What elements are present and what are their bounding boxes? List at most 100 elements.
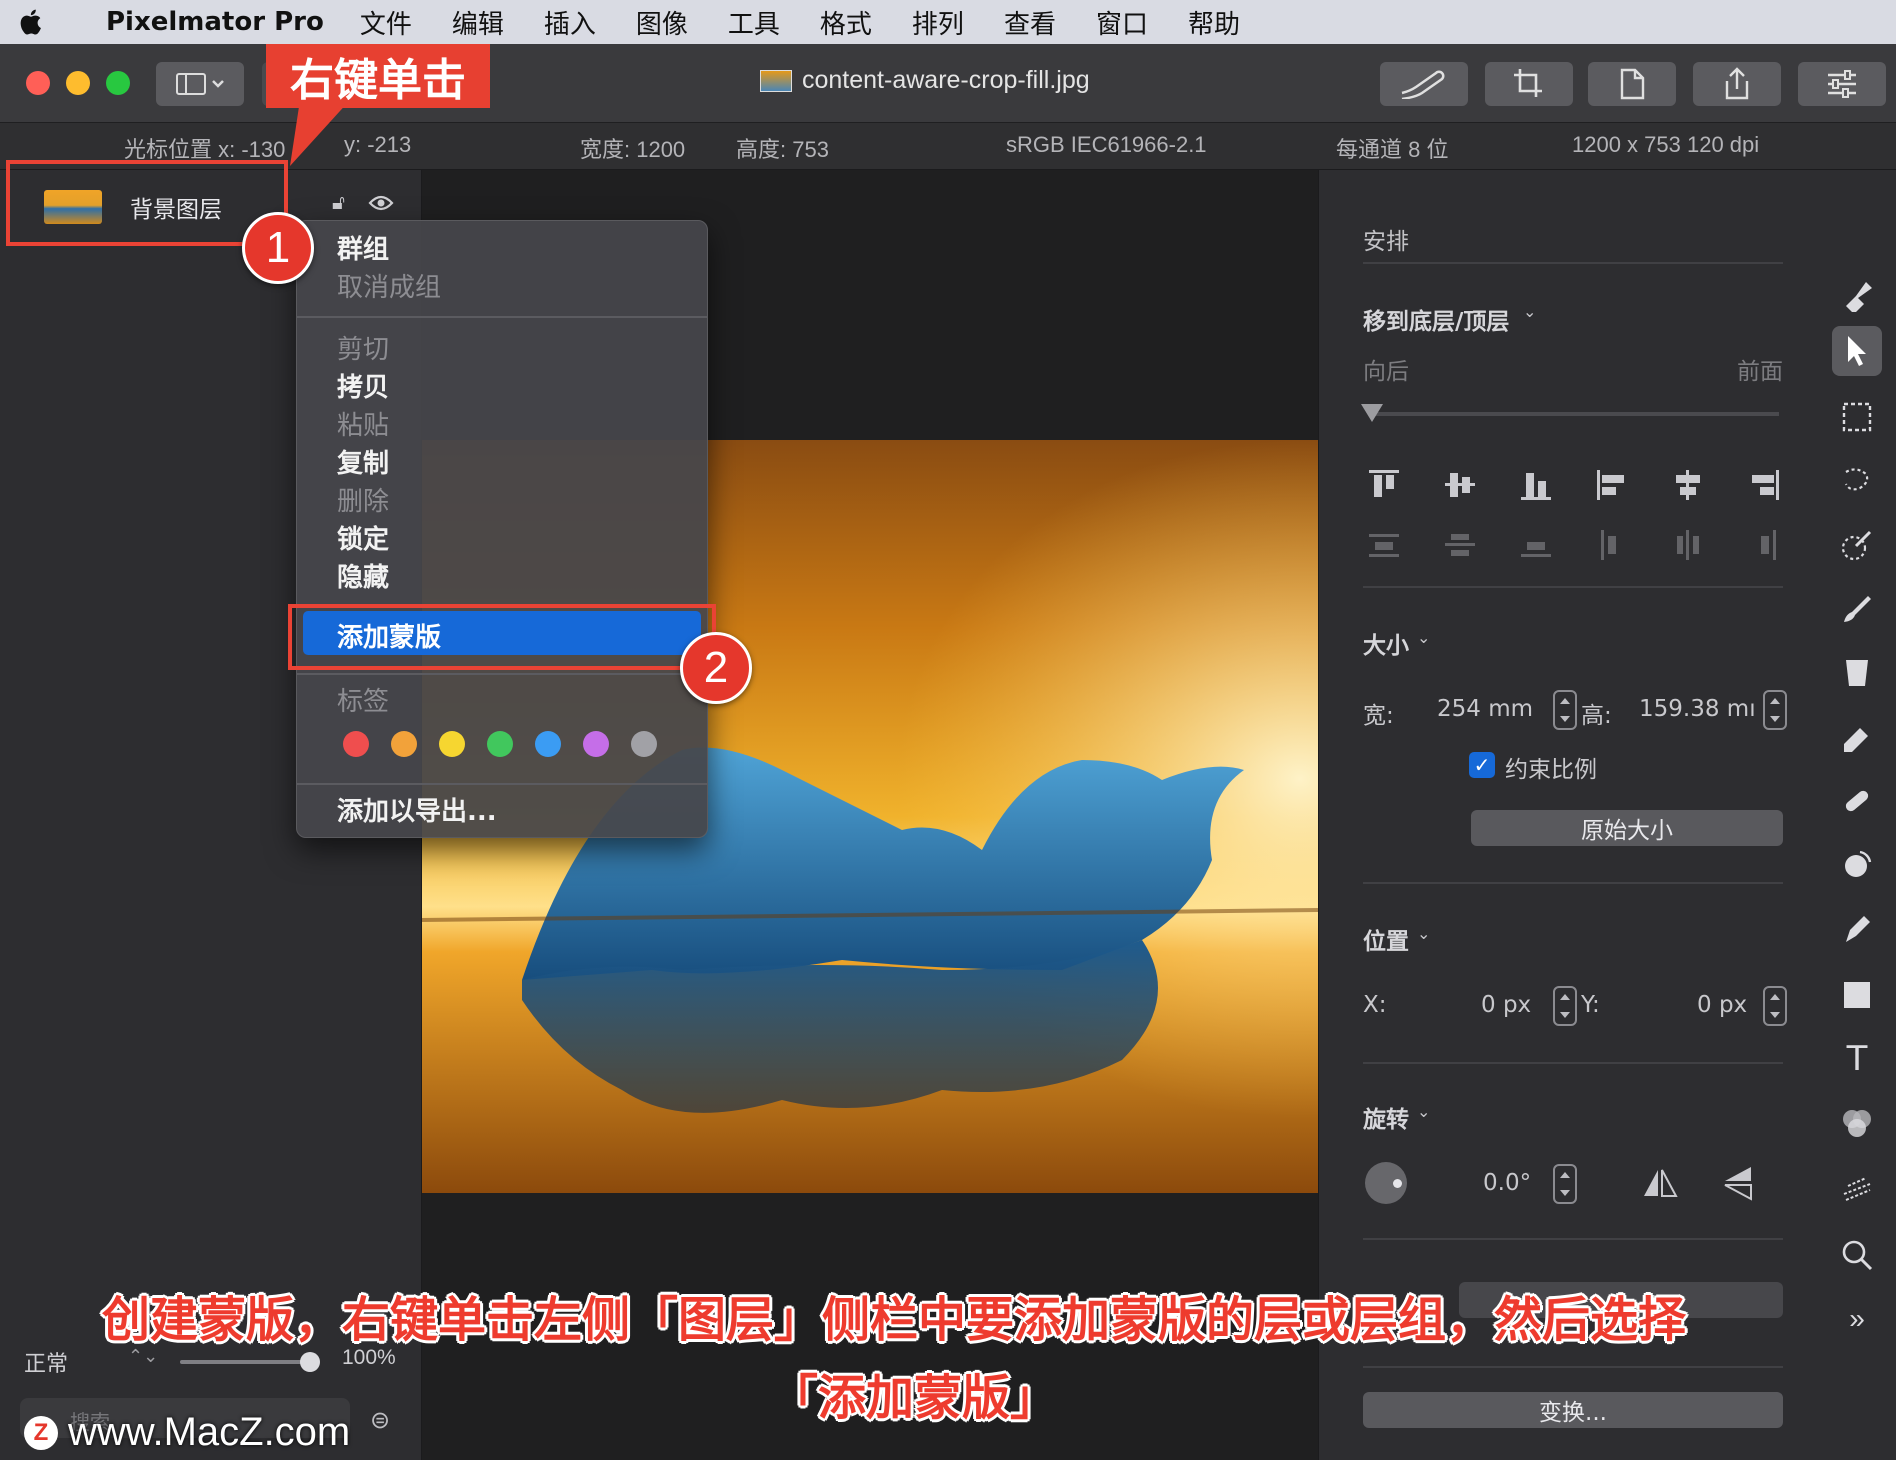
flip-horizontal-icon[interactable] [1641, 1166, 1679, 1204]
menu-item-group[interactable]: 群组 [337, 229, 389, 266]
eraser-icon[interactable] [1832, 712, 1882, 762]
tag-orange[interactable] [391, 731, 417, 757]
more-tools-icon[interactable]: » [1832, 1294, 1882, 1344]
zoom-window-button[interactable] [106, 71, 130, 95]
menu-item-hide[interactable]: 隐藏 [337, 557, 389, 594]
tag-red[interactable] [343, 731, 369, 757]
chevron-down-icon[interactable]: ⌄ [1417, 1102, 1430, 1121]
flip-vertical-icon[interactable] [1721, 1164, 1755, 1206]
x-stepper[interactable] [1553, 986, 1577, 1026]
zoom-tool-icon[interactable] [1832, 1230, 1882, 1280]
color-picker-icon[interactable] [1832, 520, 1882, 570]
pen-tool-icon[interactable] [1832, 904, 1882, 954]
front-label: 前面 [1737, 359, 1783, 385]
constrain-proportions-checkbox[interactable]: ✓ [1469, 752, 1495, 778]
distribute-right-icon[interactable] [1749, 530, 1779, 560]
align-left-icon[interactable] [1597, 470, 1627, 500]
height-value[interactable]: 159.38 mı [1639, 696, 1756, 722]
menu-arrange[interactable]: 排列 [912, 4, 964, 41]
menu-item-ungroup[interactable]: 取消成组 [337, 267, 441, 304]
tag-blue[interactable] [535, 731, 561, 757]
align-middle-icon[interactable] [1445, 470, 1475, 500]
menu-item-cut[interactable]: 剪切 [337, 329, 389, 366]
paint-brush-icon[interactable] [1832, 584, 1882, 634]
align-right-icon[interactable] [1749, 470, 1779, 500]
align-top-icon[interactable] [1369, 470, 1399, 500]
tag-gray[interactable] [631, 731, 657, 757]
y-value[interactable]: 0 px [1697, 992, 1747, 1018]
height-stepper[interactable] [1763, 690, 1787, 730]
distribute-center-icon[interactable] [1673, 530, 1703, 560]
layer-order-slider[interactable] [1361, 404, 1779, 422]
original-size-button[interactable]: 原始大小 [1471, 810, 1783, 846]
align-center-icon[interactable] [1673, 470, 1703, 500]
chevron-down-icon[interactable]: ⌄ [1417, 628, 1430, 647]
eye-icon[interactable] [368, 190, 394, 221]
size-section-title[interactable]: 大小 [1363, 626, 1409, 660]
menu-item-copy[interactable]: 拷贝 [337, 367, 389, 404]
unlock-icon[interactable]: 🔓︎ [332, 192, 345, 215]
menu-file[interactable]: 文件 [360, 4, 412, 41]
paint-bucket-icon[interactable] [1832, 648, 1882, 698]
menu-format[interactable]: 格式 [820, 4, 872, 41]
position-section-title[interactable]: 位置 [1363, 922, 1409, 956]
menu-window[interactable]: 窗口 [1096, 4, 1148, 41]
selection-tool-icon[interactable] [1832, 392, 1882, 442]
opacity-slider-knob[interactable] [300, 1352, 320, 1372]
rotation-dial[interactable] [1365, 1162, 1407, 1204]
menu-item-duplicate[interactable]: 复制 [337, 443, 389, 480]
close-window-button[interactable] [26, 71, 50, 95]
width-value[interactable]: 254 mm [1437, 696, 1533, 722]
menu-help[interactable]: 帮助 [1188, 4, 1240, 41]
blend-mode-select[interactable]: 正常 [24, 1346, 68, 1378]
retouch-tool-button[interactable] [1380, 62, 1468, 106]
rotation-value[interactable]: 0.0° [1483, 1170, 1531, 1196]
tag-green[interactable] [487, 731, 513, 757]
sidebar-toggle-button[interactable] [156, 62, 244, 106]
menu-item-lock[interactable]: 锁定 [337, 519, 389, 556]
crop-button[interactable] [1485, 62, 1573, 106]
transform-button[interactable]: 变换... [1363, 1392, 1783, 1428]
menu-insert[interactable]: 插入 [544, 4, 596, 41]
menu-image[interactable]: 图像 [636, 4, 688, 41]
width-stepper[interactable] [1553, 690, 1577, 730]
menu-item-paste[interactable]: 粘贴 [337, 405, 389, 442]
menu-tools[interactable]: 工具 [728, 4, 780, 41]
distribute-middle-icon[interactable] [1445, 530, 1475, 560]
menu-item-delete[interactable]: 删除 [337, 481, 389, 518]
chevron-down-icon[interactable]: ⌄ [1417, 924, 1430, 943]
menu-view[interactable]: 查看 [1004, 4, 1056, 41]
repair-bandage-icon[interactable] [1832, 776, 1882, 826]
distribute-top-icon[interactable] [1369, 530, 1399, 560]
shape-tool-icon[interactable] [1832, 970, 1882, 1020]
arrange-tool-icon[interactable] [1832, 326, 1882, 376]
type-tool-icon[interactable]: T [1832, 1034, 1882, 1084]
tag-yellow[interactable] [439, 731, 465, 757]
distribute-bottom-icon[interactable] [1521, 530, 1551, 560]
opacity-slider[interactable] [180, 1352, 320, 1372]
move-to-back-front-dropdown[interactable]: 移到底层/顶层 [1363, 302, 1509, 336]
tool-options-button[interactable] [1798, 62, 1886, 106]
menu-item-add-export[interactable]: 添加以导出... [337, 791, 497, 828]
format-button[interactable] [1588, 62, 1676, 106]
y-stepper[interactable] [1763, 986, 1787, 1026]
layer-order-slider-knob[interactable] [1361, 404, 1383, 422]
apple-icon[interactable] [0, 0, 60, 44]
minimize-window-button[interactable] [66, 71, 90, 95]
color-adjust-icon[interactable] [1832, 1098, 1882, 1148]
rotation-section-title[interactable]: 旋转 [1363, 1100, 1409, 1134]
distort-tool-icon[interactable] [1832, 1164, 1882, 1214]
style-tool-icon[interactable] [1832, 270, 1882, 320]
menu-edit[interactable]: 编辑 [452, 4, 504, 41]
align-bottom-icon[interactable] [1521, 470, 1551, 500]
chevron-down-icon[interactable]: ⌄ [1523, 302, 1536, 321]
share-button[interactable] [1693, 62, 1781, 106]
rotation-stepper[interactable] [1553, 1164, 1577, 1204]
magic-selection-icon[interactable] [1832, 456, 1882, 506]
tag-purple[interactable] [583, 731, 609, 757]
distribute-left-icon[interactable] [1597, 530, 1627, 560]
clone-stamp-icon[interactable] [1832, 840, 1882, 890]
app-name-menu[interactable]: Pixelmator Pro [106, 7, 324, 37]
x-value[interactable]: 0 px [1481, 992, 1531, 1018]
filter-icon[interactable]: ⊜ [370, 1406, 390, 1435]
